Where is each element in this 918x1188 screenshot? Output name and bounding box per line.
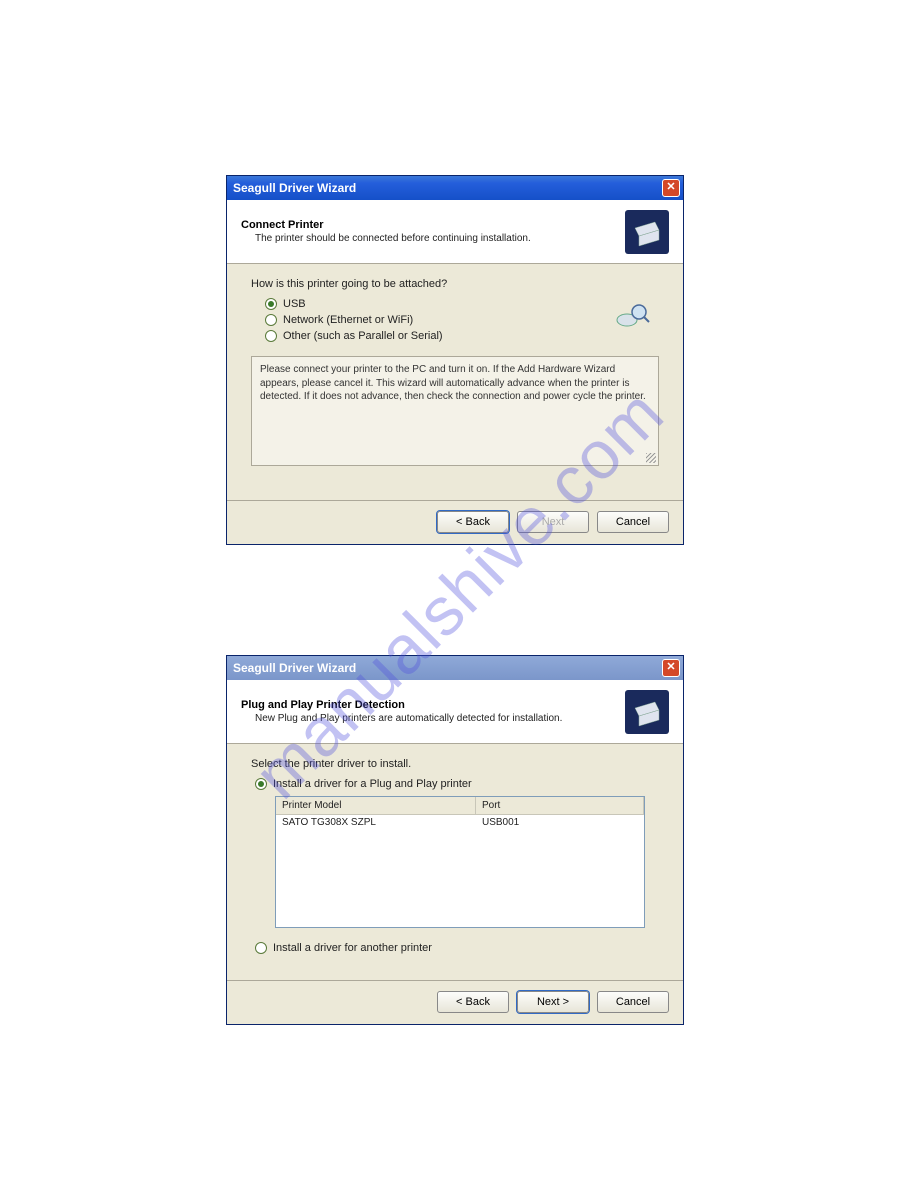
- titlebar[interactable]: Seagull Driver Wizard ✕: [227, 176, 683, 200]
- radio-option-install-pnp[interactable]: Install a driver for a Plug and Play pri…: [255, 778, 659, 790]
- dialog-body: How is this printer going to be attached…: [227, 264, 683, 476]
- close-button[interactable]: ✕: [662, 659, 680, 677]
- list-header: Printer Model Port: [276, 797, 644, 815]
- wizard-header: Connect Printer The printer should be co…: [227, 200, 683, 264]
- attachment-prompt: How is this printer going to be attached…: [251, 278, 659, 290]
- column-header-model[interactable]: Printer Model: [276, 797, 476, 814]
- back-button[interactable]: < Back: [437, 511, 509, 533]
- radio-option-network[interactable]: Network (Ethernet or WiFi): [265, 314, 659, 326]
- wizard-header: Plug and Play Printer Detection New Plug…: [227, 680, 683, 744]
- header-title: Connect Printer: [241, 219, 625, 231]
- window-title: Seagull Driver Wizard: [233, 181, 356, 195]
- printer-icon: [625, 690, 669, 734]
- instruction-textbox: Please connect your printer to the PC an…: [251, 356, 659, 466]
- close-icon: ✕: [666, 661, 675, 673]
- cell-model: SATO TG308X SZPL: [276, 815, 476, 830]
- header-title: Plug and Play Printer Detection: [241, 699, 625, 711]
- radio-icon: [255, 778, 267, 790]
- magnifier-printer-icon: [615, 302, 651, 335]
- window-title: Seagull Driver Wizard: [233, 661, 356, 675]
- button-bar: < Back Next > Cancel: [227, 980, 683, 1024]
- radio-label: Install a driver for a Plug and Play pri…: [273, 778, 472, 790]
- next-button: Next: [517, 511, 589, 533]
- printer-list[interactable]: Printer Model Port SATO TG308X SZPL USB0…: [275, 796, 645, 928]
- radio-option-install-other[interactable]: Install a driver for another printer: [255, 942, 659, 954]
- radio-icon: [255, 942, 267, 954]
- radio-icon: [265, 298, 277, 310]
- column-header-port[interactable]: Port: [476, 797, 644, 814]
- radio-icon: [265, 314, 277, 326]
- button-bar: < Back Next Cancel: [227, 500, 683, 544]
- wizard-dialog-pnp-detection: Seagull Driver Wizard ✕ Plug and Play Pr…: [226, 655, 684, 1025]
- wizard-dialog-connect-printer: Seagull Driver Wizard ✕ Connect Printer …: [226, 175, 684, 545]
- back-button[interactable]: < Back: [437, 991, 509, 1013]
- radio-label: Install a driver for another printer: [273, 942, 432, 954]
- cancel-button[interactable]: Cancel: [597, 991, 669, 1013]
- dialog-body: Select the printer driver to install. In…: [227, 744, 683, 968]
- cancel-button[interactable]: Cancel: [597, 511, 669, 533]
- list-item[interactable]: SATO TG308X SZPL USB001: [276, 815, 644, 830]
- radio-option-other[interactable]: Other (such as Parallel or Serial): [265, 330, 659, 342]
- radio-label: USB: [283, 298, 306, 310]
- next-button[interactable]: Next >: [517, 991, 589, 1013]
- header-subtitle: New Plug and Play printers are automatic…: [241, 713, 625, 724]
- header-subtitle: The printer should be connected before c…: [241, 233, 625, 244]
- printer-icon: [625, 210, 669, 254]
- titlebar[interactable]: Seagull Driver Wizard ✕: [227, 656, 683, 680]
- radio-label: Network (Ethernet or WiFi): [283, 314, 413, 326]
- cell-port: USB001: [476, 815, 644, 830]
- close-icon: ✕: [666, 181, 675, 193]
- radio-label: Other (such as Parallel or Serial): [283, 330, 443, 342]
- radio-option-usb[interactable]: USB: [265, 298, 659, 310]
- select-driver-prompt: Select the printer driver to install.: [251, 758, 659, 770]
- radio-icon: [265, 330, 277, 342]
- close-button[interactable]: ✕: [662, 179, 680, 197]
